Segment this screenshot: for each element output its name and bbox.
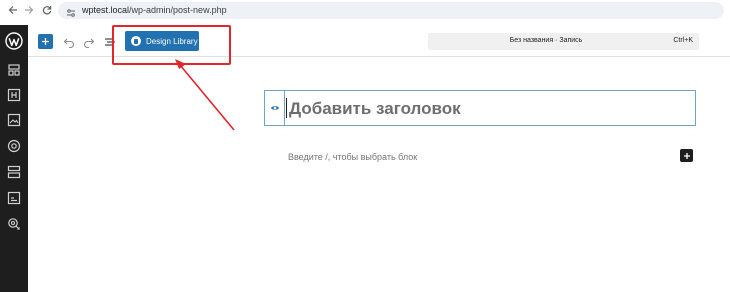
text-cursor [286, 98, 287, 118]
back-arrow-icon[interactable] [6, 3, 20, 17]
undo-icon[interactable] [63, 35, 75, 49]
wordpress-logo-icon[interactable] [0, 25, 28, 57]
patterns-icon[interactable] [7, 63, 21, 77]
block-inserter-button[interactable] [38, 34, 53, 49]
layout-icon[interactable] [7, 165, 21, 179]
title-placeholder[interactable]: Добавить заголовок [289, 99, 461, 119]
block-handle[interactable] [265, 91, 285, 125]
target-icon[interactable] [7, 139, 21, 153]
gallery-icon[interactable] [7, 191, 21, 205]
image-icon[interactable] [7, 113, 21, 127]
add-block-button[interactable] [680, 149, 693, 162]
url-text: wptest.local/wp-admin/post-new.php [82, 4, 227, 17]
url-path: /wp-admin/post-new.php [129, 5, 227, 15]
heading-icon[interactable] [7, 88, 21, 102]
settings-icon[interactable] [7, 217, 21, 231]
site-info-icon[interactable] [66, 5, 76, 17]
post-title-block[interactable]: Добавить заголовок [264, 90, 696, 126]
admin-sidebar [0, 25, 28, 292]
forward-arrow-icon[interactable] [22, 3, 36, 17]
plus-icon [42, 38, 49, 45]
browser-toolbar: wptest.local/wp-admin/post-new.php [0, 0, 730, 22]
url-host: wptest.local [82, 5, 130, 15]
redo-icon[interactable] [83, 35, 95, 49]
reload-icon[interactable] [40, 3, 54, 17]
annotation-highlight-box [112, 25, 231, 65]
eye-icon [270, 106, 279, 110]
command-palette-bar[interactable]: Без названия · Запись Ctrl+K [428, 33, 699, 50]
paragraph-placeholder[interactable]: Введите /, чтобы выбрать блок [288, 152, 417, 162]
screen: wptest.local/wp-admin/post-new.php Desig… [0, 0, 730, 292]
plus-icon [683, 152, 690, 159]
address-bar[interactable]: wptest.local/wp-admin/post-new.php [58, 2, 724, 19]
keyboard-shortcut: Ctrl+K [673, 37, 693, 44]
document-title: Без названия · Запись [509, 37, 583, 44]
